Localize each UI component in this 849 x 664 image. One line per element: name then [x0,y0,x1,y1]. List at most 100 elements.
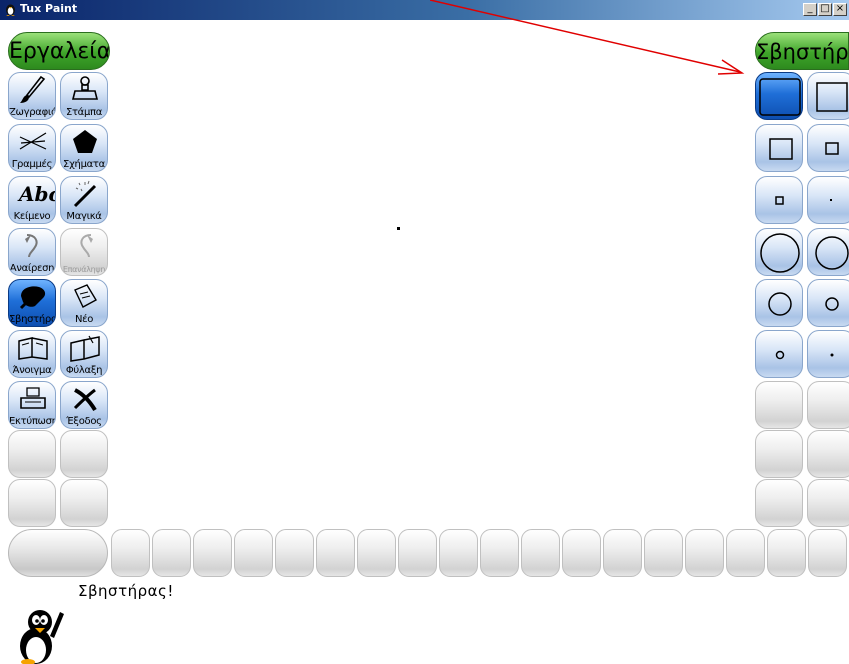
eraser-square-lg-button[interactable] [807,72,849,120]
window-title: Tux Paint [20,2,78,15]
tool-label: Στάμπα [65,107,103,118]
magic-wand-icon [73,180,97,208]
color-swatch-button[interactable] [644,529,683,577]
eraser-square-xs-button[interactable] [755,176,803,224]
color-swatch-button[interactable] [767,529,806,577]
tool-quit-button[interactable]: Έξοδος [60,381,108,429]
tool-empty-slot [60,479,108,527]
current-color-swatch[interactable] [8,529,108,577]
color-swatch-button[interactable] [316,529,355,577]
tool-magic-button[interactable]: Μαγικά [60,176,108,224]
maximize-button[interactable]: □ [818,3,832,16]
tool-new-button[interactable]: Νέο [60,279,108,327]
circle-eraser-icon [830,353,834,357]
eraser-circle-md-button[interactable] [755,279,803,327]
paintbrush-icon [20,75,46,103]
tool-label: Μαγικά [66,211,102,222]
square-eraser-icon [830,199,832,201]
circle-eraser-icon [825,297,839,311]
tool-empty-slot [8,479,56,527]
tux-penguin-icon [20,610,64,664]
tool-eraser-button[interactable]: Σβηστήρας [8,279,56,327]
circle-eraser-icon [775,350,785,360]
eraser-circle-lg-button[interactable] [807,228,849,276]
quit-icon [73,388,97,412]
color-swatch-button[interactable] [603,529,642,577]
eraser-empty-slot [807,430,849,478]
close-button[interactable]: × [833,3,847,16]
tool-open-button[interactable]: Άνοιγμα [8,330,56,378]
color-swatch-button[interactable] [480,529,519,577]
tool-undo-button[interactable]: Αναίρεση [8,228,56,276]
tool-redo-button[interactable]: Επανάληψη [60,228,108,276]
color-swatch-button[interactable] [439,529,478,577]
color-swatch-button[interactable] [562,529,601,577]
tool-label: Ζωγραφιά [9,107,56,118]
tool-label: Κείμενο [13,211,51,222]
tool-print-button[interactable]: Εκτύπωση [8,381,56,429]
color-swatch-button[interactable] [193,529,232,577]
undo-icon [25,234,38,258]
color-swatch-button[interactable] [808,529,847,577]
eraser-empty-slot [755,430,803,478]
tool-label: Σβηστήρας [9,314,55,325]
eraser-empty-slot [755,479,803,527]
tool-label: Φύλαξη [65,365,103,376]
color-swatch-button[interactable] [357,529,396,577]
eraser-circle-xs-button[interactable] [755,330,803,378]
erasers-header: Σβηστήρες [755,32,849,70]
eraser-circle-sm-button[interactable] [807,279,849,327]
color-swatch-button[interactable] [685,529,724,577]
tool-label: Έξοδος [66,416,102,427]
tools-header: Εργαλεία [8,32,110,70]
minimize-button[interactable]: _ [803,3,817,16]
text-icon: Abc [17,182,55,206]
tux-app-icon [6,4,15,16]
color-swatch-button[interactable] [398,529,437,577]
circle-eraser-icon [768,292,792,316]
square-eraser-icon [759,78,801,116]
eraser-square-xl-button[interactable] [755,72,803,120]
color-swatch-button[interactable] [726,529,765,577]
tool-label: Άνοιγμα [12,365,52,376]
tool-stamp-button[interactable]: Στάμπα [60,72,108,120]
eraser-empty-slot [807,381,849,429]
tool-empty-slot [60,430,108,478]
eraser-square-md-button[interactable] [755,124,803,172]
eraser-empty-slot [755,381,803,429]
tool-save-button[interactable]: Φύλαξη [60,330,108,378]
circle-eraser-icon [815,236,849,270]
open-book-icon [18,337,48,360]
tool-label: Νέο [74,314,94,325]
color-swatch-button[interactable] [234,529,273,577]
tool-label: Εκτύπωση [9,416,56,427]
tool-label: Γραμμές [11,159,53,170]
drawing-canvas[interactable] [110,30,753,527]
lines-icon [19,132,47,150]
eraser-circle-xl-button[interactable] [755,228,803,276]
tool-paint-button[interactable]: Ζωγραφιά [8,72,56,120]
new-page-icon [74,284,97,308]
square-eraser-icon [816,82,848,112]
title-bar[interactable]: Tux Paint _ □ × [0,0,849,20]
tool-label: Σχήματα [63,159,105,170]
tool-label: Επανάληψη [62,265,106,274]
tip-message: Σβηστήρας! [78,582,174,600]
eraser-icon [19,286,46,310]
square-eraser-icon [825,142,839,155]
circle-eraser-icon [760,233,800,273]
redo-icon [80,234,93,258]
color-swatch-button[interactable] [111,529,150,577]
tool-text-button[interactable]: Abc Κείμενο [8,176,56,224]
tool-lines-button[interactable]: Γραμμές [8,124,56,172]
tool-empty-slot [8,430,56,478]
eraser-square-sm-button[interactable] [807,124,849,172]
color-swatch-button[interactable] [275,529,314,577]
eraser-square-dot-button[interactable] [807,176,849,224]
eraser-circle-dot-button[interactable] [807,330,849,378]
color-swatch-button[interactable] [521,529,560,577]
canvas-dot [397,227,400,230]
tool-shapes-button[interactable]: Σχήματα [60,124,108,172]
color-swatch-button[interactable] [152,529,191,577]
square-eraser-icon [769,138,793,160]
